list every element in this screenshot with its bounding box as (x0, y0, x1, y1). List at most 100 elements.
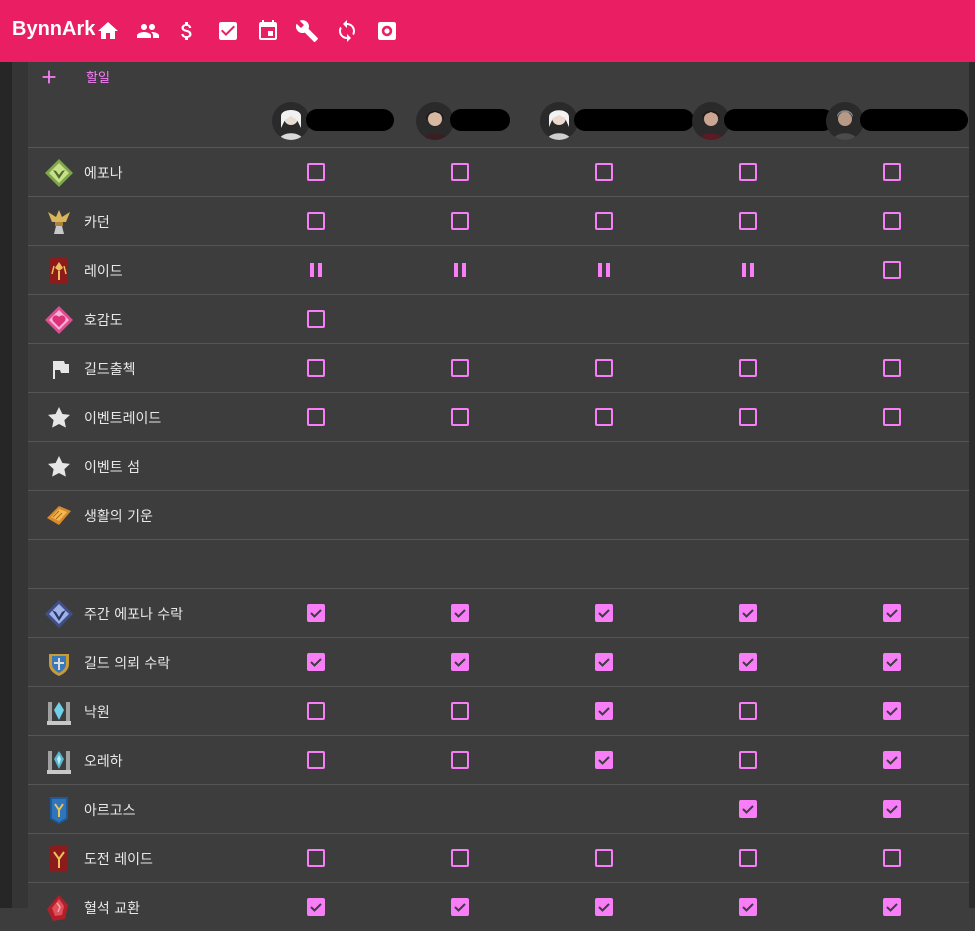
avatar-icon[interactable] (540, 102, 578, 140)
app-bar: BynnArk (0, 0, 975, 62)
todo-checkbox[interactable] (306, 848, 326, 868)
todo-checkbox-checked[interactable] (882, 701, 902, 721)
content-gutter (12, 62, 28, 908)
todo-pause-toggle[interactable] (450, 260, 470, 280)
todo-checkbox[interactable] (450, 407, 470, 427)
todo-checkbox-checked[interactable] (594, 897, 614, 917)
todo-checkbox-checked[interactable] (594, 603, 614, 623)
todo-checkbox[interactable] (738, 701, 758, 721)
todo-row-label[interactable]: 호감도 (84, 310, 123, 330)
todo-checkbox-checked[interactable] (450, 603, 470, 623)
character-name-redaction (450, 109, 510, 131)
todo-row-label[interactable]: 에포나 (84, 163, 123, 183)
avatar-icon[interactable] (826, 102, 864, 140)
todo-checkbox[interactable] (594, 848, 614, 868)
todo-row-label[interactable]: 길드 의뢰 수락 (84, 653, 170, 673)
oreha-icon (44, 746, 74, 776)
todo-row-label[interactable]: 카던 (84, 212, 110, 232)
todo-row-label[interactable]: 레이드 (84, 261, 123, 281)
todo-row: 길드 의뢰 수락 (28, 637, 969, 686)
todo-row-label[interactable]: 이벤트 섬 (84, 457, 140, 477)
todo-checkbox[interactable] (450, 701, 470, 721)
todo-checkbox[interactable] (306, 750, 326, 770)
calendar-icon[interactable] (256, 19, 280, 43)
add-todo-label: 할일 (86, 71, 110, 86)
todo-checkbox-checked[interactable] (738, 603, 758, 623)
todo-checkbox[interactable] (594, 211, 614, 231)
sync-icon[interactable] (335, 19, 359, 43)
people-icon[interactable] (136, 19, 160, 43)
todo-checkbox[interactable] (450, 848, 470, 868)
todo-checkbox[interactable] (594, 407, 614, 427)
todo-checkbox-checked[interactable] (882, 603, 902, 623)
todo-row-label[interactable]: 이벤트레이드 (84, 408, 161, 428)
avatar-icon[interactable] (416, 102, 454, 140)
todo-checkbox[interactable] (594, 358, 614, 378)
todo-row-label[interactable]: 오레하 (84, 751, 123, 771)
todo-checkbox-checked[interactable] (738, 799, 758, 819)
wrench-icon[interactable] (295, 19, 319, 43)
todo-pause-toggle[interactable] (738, 260, 758, 280)
raid-icon (44, 256, 74, 286)
todo-checkbox[interactable] (882, 848, 902, 868)
todo-row-label[interactable]: 생활의 기운 (84, 506, 153, 526)
settings-icon[interactable] (375, 19, 399, 43)
todo-row: 주간 에포나 수락 (28, 588, 969, 637)
todo-checkbox[interactable] (882, 260, 902, 280)
todo-checkbox-checked[interactable] (882, 750, 902, 770)
todo-row-label[interactable]: 낙원 (84, 702, 110, 722)
todo-checkbox[interactable] (306, 309, 326, 329)
character-name-redaction (860, 109, 968, 131)
todo-row-label[interactable]: 도전 레이드 (84, 849, 153, 869)
todo-checkbox[interactable] (450, 750, 470, 770)
todo-checkbox-checked[interactable] (882, 652, 902, 672)
todo-checkbox[interactable] (738, 211, 758, 231)
todo-checkbox-checked[interactable] (738, 652, 758, 672)
todo-checkbox-checked[interactable] (594, 750, 614, 770)
todo-checkbox-checked[interactable] (450, 652, 470, 672)
todo-row-label[interactable]: 아르고스 (84, 800, 136, 820)
todo-row-label[interactable]: 주간 에포나 수락 (84, 604, 183, 624)
todo-checkbox-checked[interactable] (882, 799, 902, 819)
todo-checkbox[interactable] (306, 407, 326, 427)
todo-pause-toggle[interactable] (594, 260, 614, 280)
todo-checkbox[interactable] (738, 358, 758, 378)
todo-checkbox[interactable] (738, 848, 758, 868)
todo-checkbox-checked[interactable] (450, 897, 470, 917)
todo-checkbox[interactable] (306, 701, 326, 721)
todo-checkbox[interactable] (306, 162, 326, 182)
todo-row-label[interactable]: 길드출첵 (84, 359, 136, 379)
home-icon[interactable] (96, 19, 120, 43)
todo-row: 이벤트레이드 (28, 392, 969, 441)
guild-request-icon (44, 648, 74, 678)
todo-checkbox[interactable] (738, 407, 758, 427)
checkbox-icon[interactable] (216, 19, 240, 43)
todo-checkbox[interactable] (450, 358, 470, 378)
todo-checkbox[interactable] (882, 407, 902, 427)
todo-pause-toggle[interactable] (306, 260, 326, 280)
dollar-icon[interactable] (175, 19, 199, 43)
todo-checkbox-checked[interactable] (594, 701, 614, 721)
todo-checkbox[interactable] (882, 162, 902, 182)
todo-checkbox[interactable] (882, 358, 902, 378)
todo-checkbox-checked[interactable] (306, 603, 326, 623)
scrollbar-track[interactable] (969, 62, 975, 908)
todo-checkbox[interactable] (306, 358, 326, 378)
todo-checkbox[interactable] (450, 211, 470, 231)
todo-row-label[interactable]: 혈석 교환 (84, 898, 140, 918)
todo-checkbox-checked[interactable] (306, 897, 326, 917)
todo-checkbox[interactable] (738, 162, 758, 182)
todo-checkbox[interactable] (450, 162, 470, 182)
todo-checkbox[interactable] (306, 211, 326, 231)
todo-checkbox[interactable] (738, 750, 758, 770)
app-title[interactable]: BynnArk (12, 18, 95, 41)
todo-checkbox[interactable] (882, 211, 902, 231)
avatar-icon[interactable] (272, 102, 310, 140)
todo-checkbox[interactable] (594, 162, 614, 182)
todo-row: 레이드 (28, 245, 969, 294)
todo-row: 아르고스 (28, 784, 969, 833)
todo-checkbox-checked[interactable] (738, 897, 758, 917)
todo-checkbox-checked[interactable] (882, 897, 902, 917)
todo-checkbox-checked[interactable] (594, 652, 614, 672)
todo-checkbox-checked[interactable] (306, 652, 326, 672)
